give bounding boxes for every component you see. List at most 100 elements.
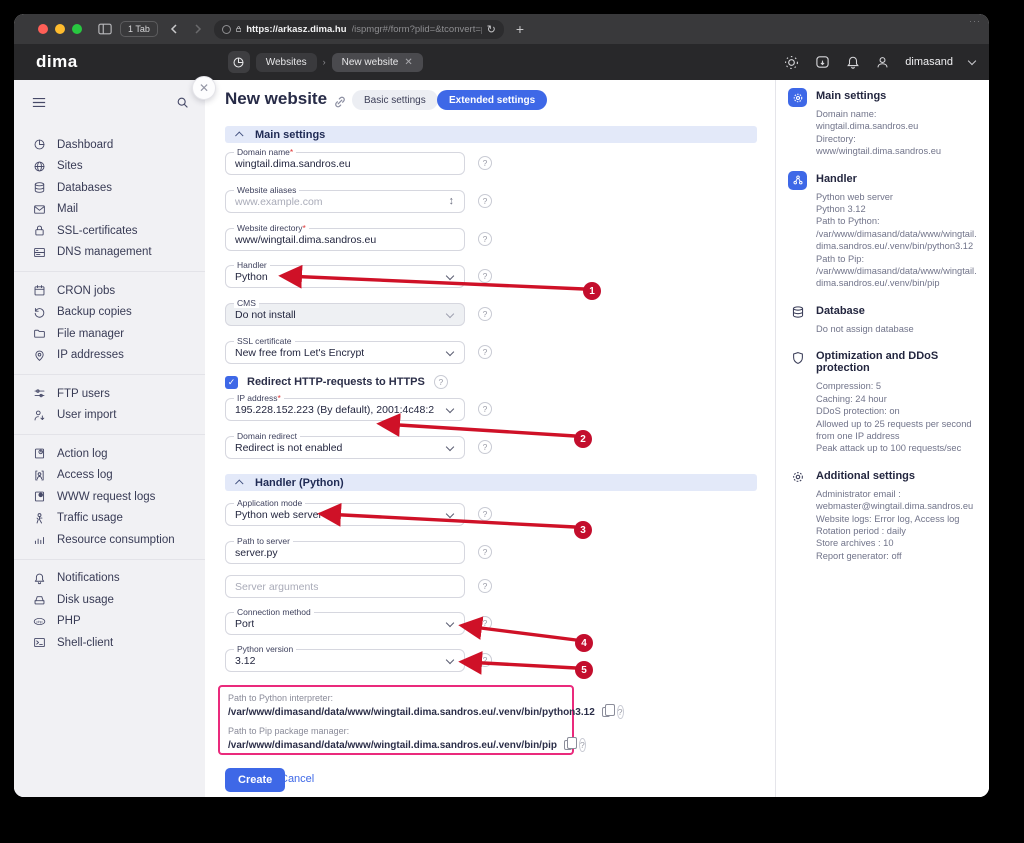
header-actions: dimasand (784, 55, 975, 70)
help-icon[interactable]: ? (478, 194, 492, 208)
annotation-badge-4: 4 (575, 634, 593, 652)
help-icon[interactable]: ? (478, 402, 492, 416)
sidebar-item-access-log[interactable]: Access log (14, 465, 205, 487)
help-icon[interactable]: ? (478, 440, 492, 454)
forward-icon[interactable] (190, 24, 206, 34)
sidebar-item-user-import[interactable]: User import (14, 405, 205, 427)
url-path: /ispmgr#/form?plid=&tconvert=punycode&fu… (352, 24, 482, 35)
help-icon[interactable]: ? (478, 307, 492, 321)
sidebar-item-backup-copies[interactable]: Backup copies (14, 302, 205, 324)
create-button[interactable]: Create (225, 768, 285, 792)
help-icon[interactable]: ? (478, 579, 492, 593)
sidebar-item-dashboard[interactable]: Dashboard (14, 134, 205, 156)
highlighted-paths-box: Path to Python interpreter: /var/www/dim… (218, 685, 574, 755)
help-icon[interactable]: ? (478, 269, 492, 283)
help-icon[interactable]: ? (434, 375, 448, 389)
sidebar-item-action-log[interactable]: Action log (14, 443, 205, 465)
copy-icon[interactable] (602, 707, 610, 717)
close-window-button[interactable] (38, 24, 48, 34)
app-logo[interactable]: dima (36, 52, 78, 72)
sidebar-item-ftp-users[interactable]: FTP users (14, 383, 205, 405)
sidebar-item-ssl-certificates[interactable]: SSL-certificates (14, 220, 205, 242)
help-icon[interactable]: ? (478, 653, 492, 667)
stepper-icon[interactable]: ↕ (449, 195, 455, 207)
sidebar-item-resource-consumption[interactable]: Resource consumption (14, 529, 205, 551)
link-icon[interactable] (333, 95, 347, 109)
chevron-down-icon (446, 405, 454, 413)
gear-outline-icon (788, 468, 807, 487)
field-ssl-certificate: SSL certificateNew free from Let's Encry… (225, 341, 535, 364)
menu-hamburger-icon[interactable] (32, 97, 46, 108)
address-bar[interactable]: https://arkasz.dima.hu /ispmgr#/form?pli… (214, 20, 504, 39)
dashboard-shortcut-button[interactable] (228, 51, 250, 73)
chevron-down-icon (446, 348, 454, 356)
summary-database: Database Do not assign database (788, 303, 979, 335)
sidebar-item-sites[interactable]: Sites (14, 156, 205, 178)
user-menu-chevron-icon[interactable] (968, 56, 976, 64)
copy-icon[interactable] (564, 740, 572, 750)
breadcrumb-websites[interactable]: Websites (256, 53, 317, 72)
sidebar-item-traffic-usage[interactable]: Traffic usage (14, 508, 205, 530)
field-application-mode: Application modePython web server ? (225, 503, 535, 526)
sidebar-item-ip-addresses[interactable]: IP addresses (14, 345, 205, 367)
sidebar-item-www-request-logs[interactable]: WWW request logs (14, 486, 205, 508)
tab-new-website[interactable]: New website✕ (332, 53, 423, 72)
sidebar-item-php[interactable]: phpPHP (14, 611, 205, 633)
maximize-window-button[interactable] (72, 24, 82, 34)
minimize-window-button[interactable] (55, 24, 65, 34)
sidebar-item-disk-usage[interactable]: Disk usage (14, 589, 205, 611)
sidebar-toggle-icon[interactable] (98, 23, 112, 35)
summary-handler: Handler Python web server Python 3.12 Pa… (788, 171, 979, 290)
collapse-chevron-icon[interactable] (235, 131, 243, 139)
cancel-button[interactable]: Cancel (280, 773, 314, 785)
user-icon (876, 56, 889, 69)
summary-main-settings: Main settings Domain name: wingtail.dima… (788, 88, 979, 158)
checkbox-checked[interactable]: ✓ (225, 376, 238, 389)
window-controls[interactable] (38, 24, 82, 34)
section-main-settings[interactable]: Main settings (225, 126, 757, 143)
help-icon[interactable]: ? (478, 345, 492, 359)
collapse-chevron-icon[interactable] (235, 479, 243, 487)
breadcrumb-separator-icon: › (323, 57, 326, 67)
field-redirect-https: ✓ Redirect HTTP-requests to HTTPS ? (225, 375, 448, 389)
field-handler: HandlerPython ? (225, 265, 535, 288)
help-icon[interactable]: ? (617, 705, 624, 719)
sidebar-item-mail[interactable]: Mail (14, 199, 205, 221)
app-header: dima Websites › New website✕ dimasand (14, 44, 989, 80)
url-domain: https://arkasz.dima.hu (246, 24, 346, 35)
pip-path-value: /var/www/dimasand/data/www/wingtail.dima… (228, 740, 557, 751)
close-tab-icon[interactable]: ✕ (404, 57, 412, 68)
back-icon[interactable] (166, 24, 182, 34)
field-website-directory: Website directory*www/wingtail.dima.sand… (225, 228, 535, 251)
section-handler-python[interactable]: Handler (Python) (225, 474, 757, 491)
browser-chrome: 1 Tab https://arkasz.dima.hu /ispmgr#/fo… (14, 14, 989, 44)
username-label[interactable]: dimasand (905, 56, 953, 68)
help-icon[interactable]: ? (579, 738, 586, 752)
site-settings-icon[interactable] (222, 25, 231, 34)
overflow-menu-icon[interactable]: ··· (969, 16, 981, 26)
help-icon[interactable]: ? (478, 232, 492, 246)
gear-icon (788, 88, 807, 107)
sidebar-item-notifications[interactable]: Notifications (14, 568, 205, 590)
sidebar-item-cron-jobs[interactable]: CRON jobs (14, 280, 205, 302)
notifications-bell-icon[interactable] (846, 55, 860, 70)
sidebar-item-shell-client[interactable]: Shell-client (14, 632, 205, 654)
sidebar-item-dns-management[interactable]: DNS management (14, 242, 205, 264)
help-icon[interactable]: ? (478, 616, 492, 630)
close-form-button[interactable]: ✕ (192, 76, 216, 100)
theme-icon[interactable] (784, 55, 799, 70)
tab-count-button[interactable]: 1 Tab (120, 21, 158, 37)
field-domain-redirect: Domain redirectRedirect is not enabled ? (225, 436, 535, 459)
sidebar-item-file-manager[interactable]: File manager (14, 323, 205, 345)
refresh-icon[interactable]: ↻ (487, 23, 496, 36)
sidebar-item-databases[interactable]: Databases (14, 177, 205, 199)
summary-panel: Main settings Domain name: wingtail.dima… (775, 80, 989, 797)
help-icon[interactable]: ? (478, 156, 492, 170)
new-tab-button[interactable]: + (516, 21, 524, 37)
tab-basic-settings[interactable]: Basic settings (352, 90, 438, 110)
help-icon[interactable]: ? (478, 507, 492, 521)
tab-extended-settings[interactable]: Extended settings (437, 90, 547, 110)
search-icon[interactable] (176, 96, 189, 109)
device-icon[interactable] (815, 55, 830, 69)
help-icon[interactable]: ? (478, 545, 492, 559)
